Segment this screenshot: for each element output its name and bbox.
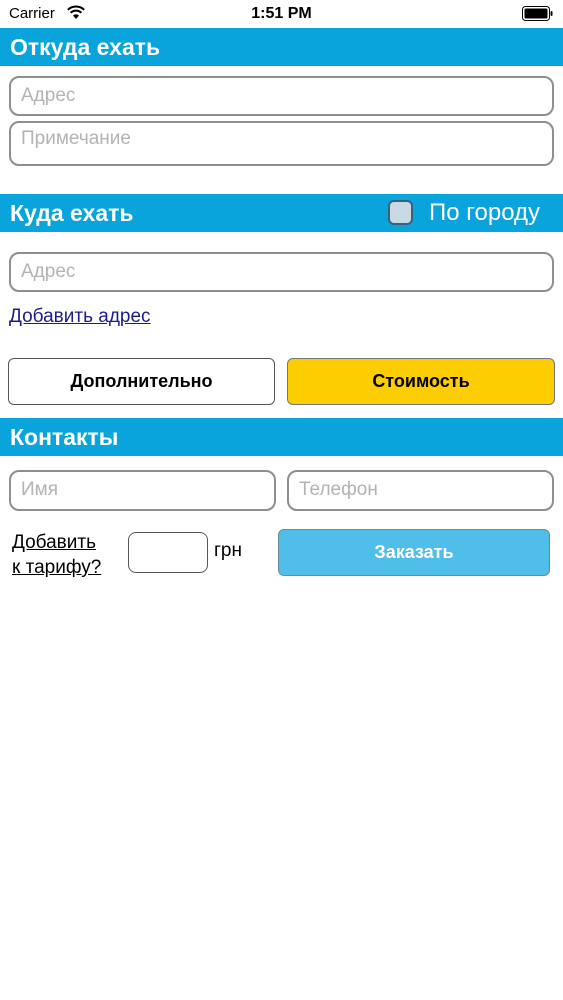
city-checkbox-label[interactable]: По городу (429, 199, 540, 227)
order-button[interactable]: Заказать (278, 529, 550, 576)
name-placeholder: Имя (21, 479, 59, 500)
name-input[interactable]: Имя (9, 470, 276, 511)
cost-button[interactable]: Стоимость (287, 358, 555, 405)
add-address-link[interactable]: Добавить адрес (9, 306, 151, 328)
from-address-placeholder: Адрес (21, 85, 76, 106)
tariff-amount-input[interactable] (128, 532, 208, 573)
add-to-tariff-link[interactable]: Добавить к тарифу? (12, 530, 101, 580)
contacts-section-header: Контакты (0, 418, 563, 456)
add-to-tariff-line1: Добавить (12, 532, 96, 553)
currency-label: грн (214, 540, 242, 561)
from-address-input[interactable]: Адрес (9, 76, 554, 116)
to-section-title: Куда ехать (10, 200, 134, 226)
status-bar: Carrier 1:51 PM (0, 0, 563, 28)
contacts-section-title: Контакты (10, 424, 119, 450)
from-section-title: Откуда ехать (10, 34, 161, 60)
battery-icon (522, 6, 553, 21)
note-input[interactable]: Примечание (9, 121, 554, 166)
add-to-tariff-line2: к тарифу? (12, 557, 102, 578)
phone-placeholder: Телефон (299, 479, 378, 500)
to-address-input[interactable]: Адрес (9, 252, 554, 292)
from-section-header: Откуда ехать (0, 28, 563, 66)
to-address-placeholder: Адрес (21, 261, 76, 282)
clock: 1:51 PM (251, 5, 312, 22)
extra-button[interactable]: Дополнительно (8, 358, 275, 405)
city-checkbox[interactable] (388, 200, 413, 225)
note-placeholder: Примечание (21, 128, 131, 149)
phone-input[interactable]: Телефон (287, 470, 554, 511)
